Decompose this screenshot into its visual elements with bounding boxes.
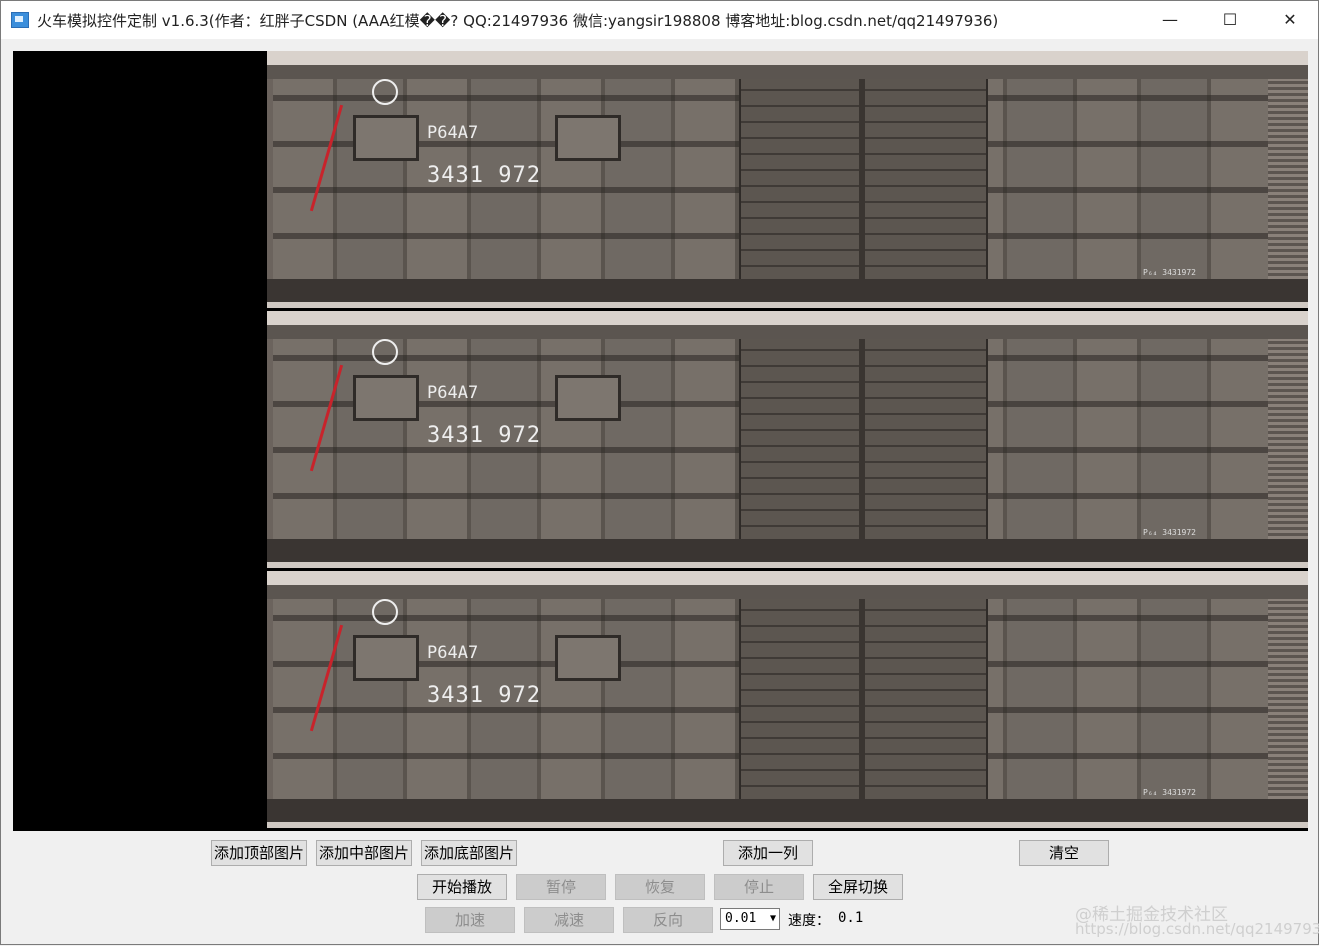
car-vent: [353, 375, 419, 421]
train-stage: P64A7 3431 972 P₆₄ 3431972 P64A7 3431 97…: [13, 51, 1308, 831]
speed-value: 0.1: [838, 910, 864, 926]
close-button[interactable]: ✕: [1267, 1, 1313, 39]
clear-button[interactable]: 清空: [1019, 840, 1109, 866]
car-vent: [555, 115, 621, 161]
car-model-label: P64A7: [427, 383, 479, 403]
car-vent: [555, 375, 621, 421]
speed-step-select[interactable]: 0.01 ▼: [720, 908, 780, 930]
car-door: [739, 79, 988, 281]
add-column-button[interactable]: 添加一列: [723, 840, 813, 866]
car-door: [739, 599, 988, 801]
minimize-button[interactable]: —: [1147, 1, 1193, 39]
watermark-url: https://blog.csdn.net/qq21497936: [1075, 920, 1319, 938]
maximize-button[interactable]: ☐: [1207, 1, 1253, 39]
car-vent: [353, 635, 419, 681]
chevron-down-icon: ▼: [769, 913, 776, 924]
car-model-label: P64A7: [427, 643, 479, 663]
add-bottom-image-button[interactable]: 添加底部图片: [421, 840, 517, 866]
railway-logo-icon: [372, 339, 398, 365]
train-car: P64A7 3431 972 P₆₄ 3431972: [267, 311, 1308, 568]
start-play-button[interactable]: 开始播放: [417, 874, 507, 900]
app-window: 火车模拟控件定制 v1.6.3(作者：红胖子CSDN (AAA红模��? QQ:…: [0, 0, 1319, 945]
resume-button[interactable]: 恢复: [615, 874, 705, 900]
car-vent: [555, 635, 621, 681]
car-model-label: P64A7: [427, 123, 479, 143]
car-number-label: 3431 972: [427, 683, 541, 708]
accelerate-button[interactable]: 加速: [425, 907, 515, 933]
car-door: [739, 339, 988, 541]
fullscreen-toggle-button[interactable]: 全屏切换: [813, 874, 903, 900]
add-top-image-button[interactable]: 添加顶部图片: [211, 840, 307, 866]
railway-logo-icon: [372, 599, 398, 625]
title-bar[interactable]: 火车模拟控件定制 v1.6.3(作者：红胖子CSDN (AAA红模��? QQ:…: [1, 1, 1318, 39]
reverse-button[interactable]: 反向: [623, 907, 713, 933]
stop-button[interactable]: 停止: [714, 874, 804, 900]
car-number-label: 3431 972: [427, 163, 541, 188]
window-title: 火车模拟控件定制 v1.6.3(作者：红胖子CSDN (AAA红模��? QQ:…: [37, 12, 999, 30]
decelerate-button[interactable]: 减速: [524, 907, 614, 933]
railway-logo-icon: [372, 79, 398, 105]
train-car: P64A7 3431 972 P₆₄ 3431972: [267, 571, 1308, 828]
pause-button[interactable]: 暂停: [516, 874, 606, 900]
app-icon: [11, 12, 29, 28]
car-small-label: P₆₄ 3431972: [1143, 268, 1196, 277]
car-small-label: P₆₄ 3431972: [1143, 788, 1196, 797]
add-middle-image-button[interactable]: 添加中部图片: [316, 840, 412, 866]
speed-label: 速度：: [788, 913, 830, 929]
car-vent: [353, 115, 419, 161]
car-number-label: 3431 972: [427, 423, 541, 448]
car-small-label: P₆₄ 3431972: [1143, 528, 1196, 537]
train-car: P64A7 3431 972 P₆₄ 3431972: [267, 51, 1308, 308]
speed-step-value: 0.01: [725, 911, 757, 926]
